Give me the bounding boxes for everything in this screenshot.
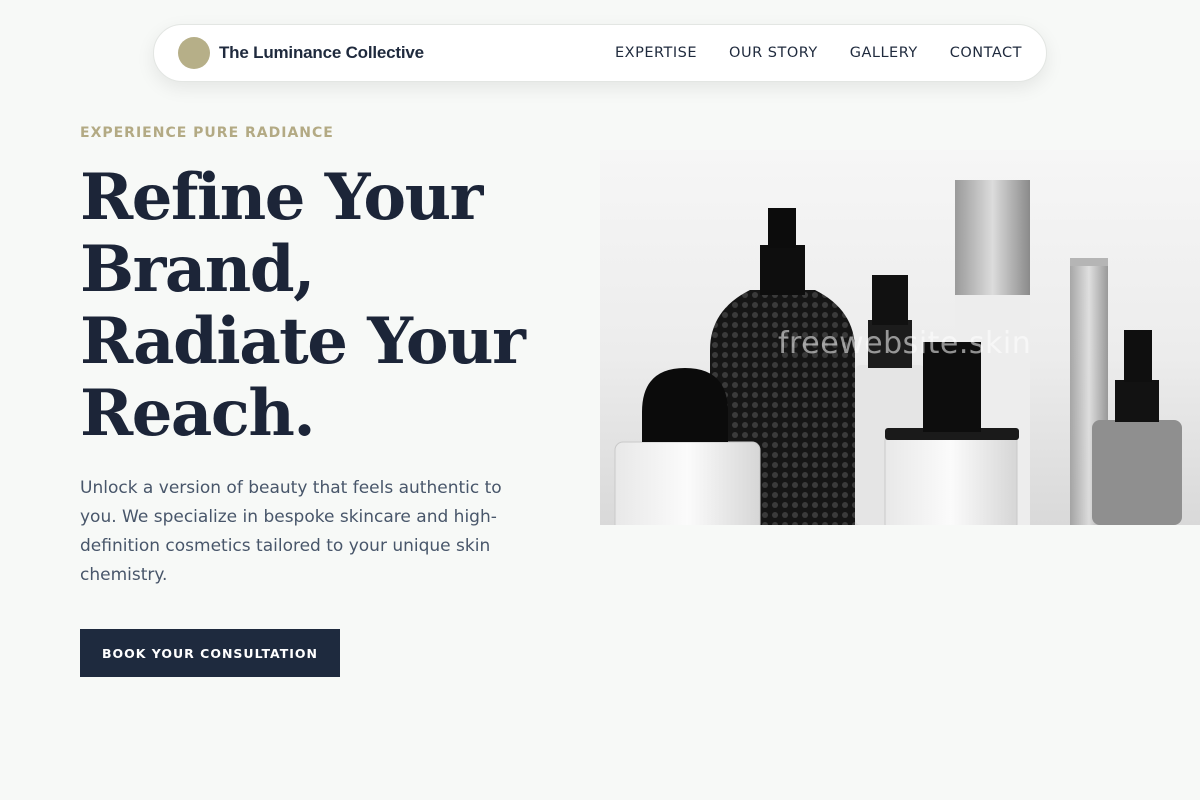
brand-name: The Luminance Collective bbox=[219, 43, 424, 62]
nav-link-gallery[interactable]: GALLERY bbox=[850, 45, 918, 61]
top-navigation: The Luminance Collective EXPERTISE OUR S… bbox=[153, 24, 1047, 82]
nav-links: EXPERTISE OUR STORY GALLERY CONTACT bbox=[615, 45, 1022, 61]
hero-description: Unlock a version of beauty that feels au… bbox=[80, 478, 502, 585]
book-consultation-button[interactable]: BOOK YOUR CONSULTATION bbox=[80, 629, 340, 677]
brand-logo-link[interactable]: The Luminance Collective bbox=[178, 37, 424, 69]
brand-circle-icon bbox=[178, 37, 210, 69]
image-watermark: freewebsite.skin bbox=[778, 326, 1032, 361]
hero-headline: Refine Your Brand, Radiate Your Reach. bbox=[80, 160, 526, 451]
nav-link-expertise[interactable]: EXPERTISE bbox=[615, 45, 697, 61]
hero-product-image: freewebsite.skin bbox=[600, 150, 1200, 525]
nav-link-our-story[interactable]: OUR STORY bbox=[729, 45, 818, 61]
hero-eyebrow: EXPERIENCE PURE RADIANCE bbox=[80, 125, 334, 141]
nav-link-contact[interactable]: CONTACT bbox=[950, 45, 1022, 61]
page: The Luminance Collective EXPERTISE OUR S… bbox=[0, 0, 1200, 800]
